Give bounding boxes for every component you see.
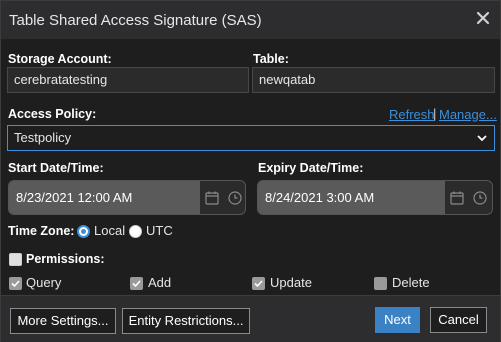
- manage-link[interactable]: Manage...: [439, 107, 497, 122]
- storage-account-label: Storage Account:: [8, 52, 112, 66]
- check-icon: [132, 280, 141, 288]
- timezone-label: Time Zone:: [8, 224, 75, 238]
- expiry-datetime-label: Expiry Date/Time:: [258, 161, 364, 175]
- dialog-title: Table Shared Access Signature (SAS): [9, 12, 262, 29]
- more-settings-button[interactable]: More Settings...: [10, 308, 116, 334]
- add-label[interactable]: Add: [148, 275, 171, 290]
- access-policy-label: Access Policy:: [8, 107, 97, 121]
- calendar-icon[interactable]: [449, 190, 465, 206]
- permissions-label: Permissions:: [26, 252, 105, 266]
- access-policy-selected: Testpolicy: [14, 130, 72, 145]
- expiry-datetime-picker[interactable]: 8/24/2021 3:00 AM: [257, 180, 493, 215]
- add-checkbox[interactable]: [130, 277, 143, 290]
- entity-restrictions-button[interactable]: Entity Restrictions...: [122, 308, 250, 334]
- refresh-link[interactable]: Refresh: [389, 107, 435, 122]
- radio-dot: [81, 229, 86, 234]
- query-checkbox[interactable]: [9, 277, 22, 290]
- sas-dialog: Table Shared Access Signature (SAS) Stor…: [0, 0, 501, 342]
- cancel-button[interactable]: Cancel: [430, 307, 487, 333]
- next-button[interactable]: Next: [375, 307, 420, 333]
- permissions-checkbox[interactable]: [9, 253, 22, 266]
- storage-account-field[interactable]: cerebratatesting: [7, 67, 249, 93]
- table-label: Table:: [253, 52, 289, 66]
- start-datetime-picker[interactable]: 8/23/2021 12:00 AM: [8, 180, 246, 215]
- clock-icon[interactable]: [472, 190, 488, 206]
- update-label[interactable]: Update: [270, 275, 312, 290]
- chevron-down-icon: [477, 135, 487, 142]
- timezone-utc-radio[interactable]: [129, 225, 142, 238]
- timezone-local-label[interactable]: Local: [94, 223, 125, 238]
- update-checkbox[interactable]: [252, 277, 265, 290]
- table-field[interactable]: newqatab: [252, 67, 495, 93]
- expiry-datetime-value[interactable]: 8/24/2021 3:00 AM: [258, 181, 445, 214]
- calendar-icon[interactable]: [204, 190, 220, 206]
- dialog-footer: More Settings... Entity Restrictions... …: [1, 295, 500, 342]
- check-icon: [11, 280, 20, 288]
- start-datetime-value[interactable]: 8/23/2021 12:00 AM: [9, 181, 200, 214]
- timezone-utc-label[interactable]: UTC: [146, 223, 173, 238]
- timezone-local-radio[interactable]: [77, 225, 90, 238]
- clock-icon[interactable]: [227, 190, 243, 206]
- delete-label[interactable]: Delete: [392, 275, 430, 290]
- close-icon[interactable]: [476, 11, 490, 25]
- start-datetime-label: Start Date/Time:: [8, 161, 104, 175]
- access-policy-select[interactable]: Testpolicy: [7, 125, 495, 151]
- check-icon: [254, 280, 263, 288]
- delete-checkbox[interactable]: [374, 277, 387, 290]
- query-label[interactable]: Query: [26, 275, 61, 290]
- link-separator: |: [433, 106, 437, 121]
- title-bar: Table Shared Access Signature (SAS): [1, 1, 500, 39]
